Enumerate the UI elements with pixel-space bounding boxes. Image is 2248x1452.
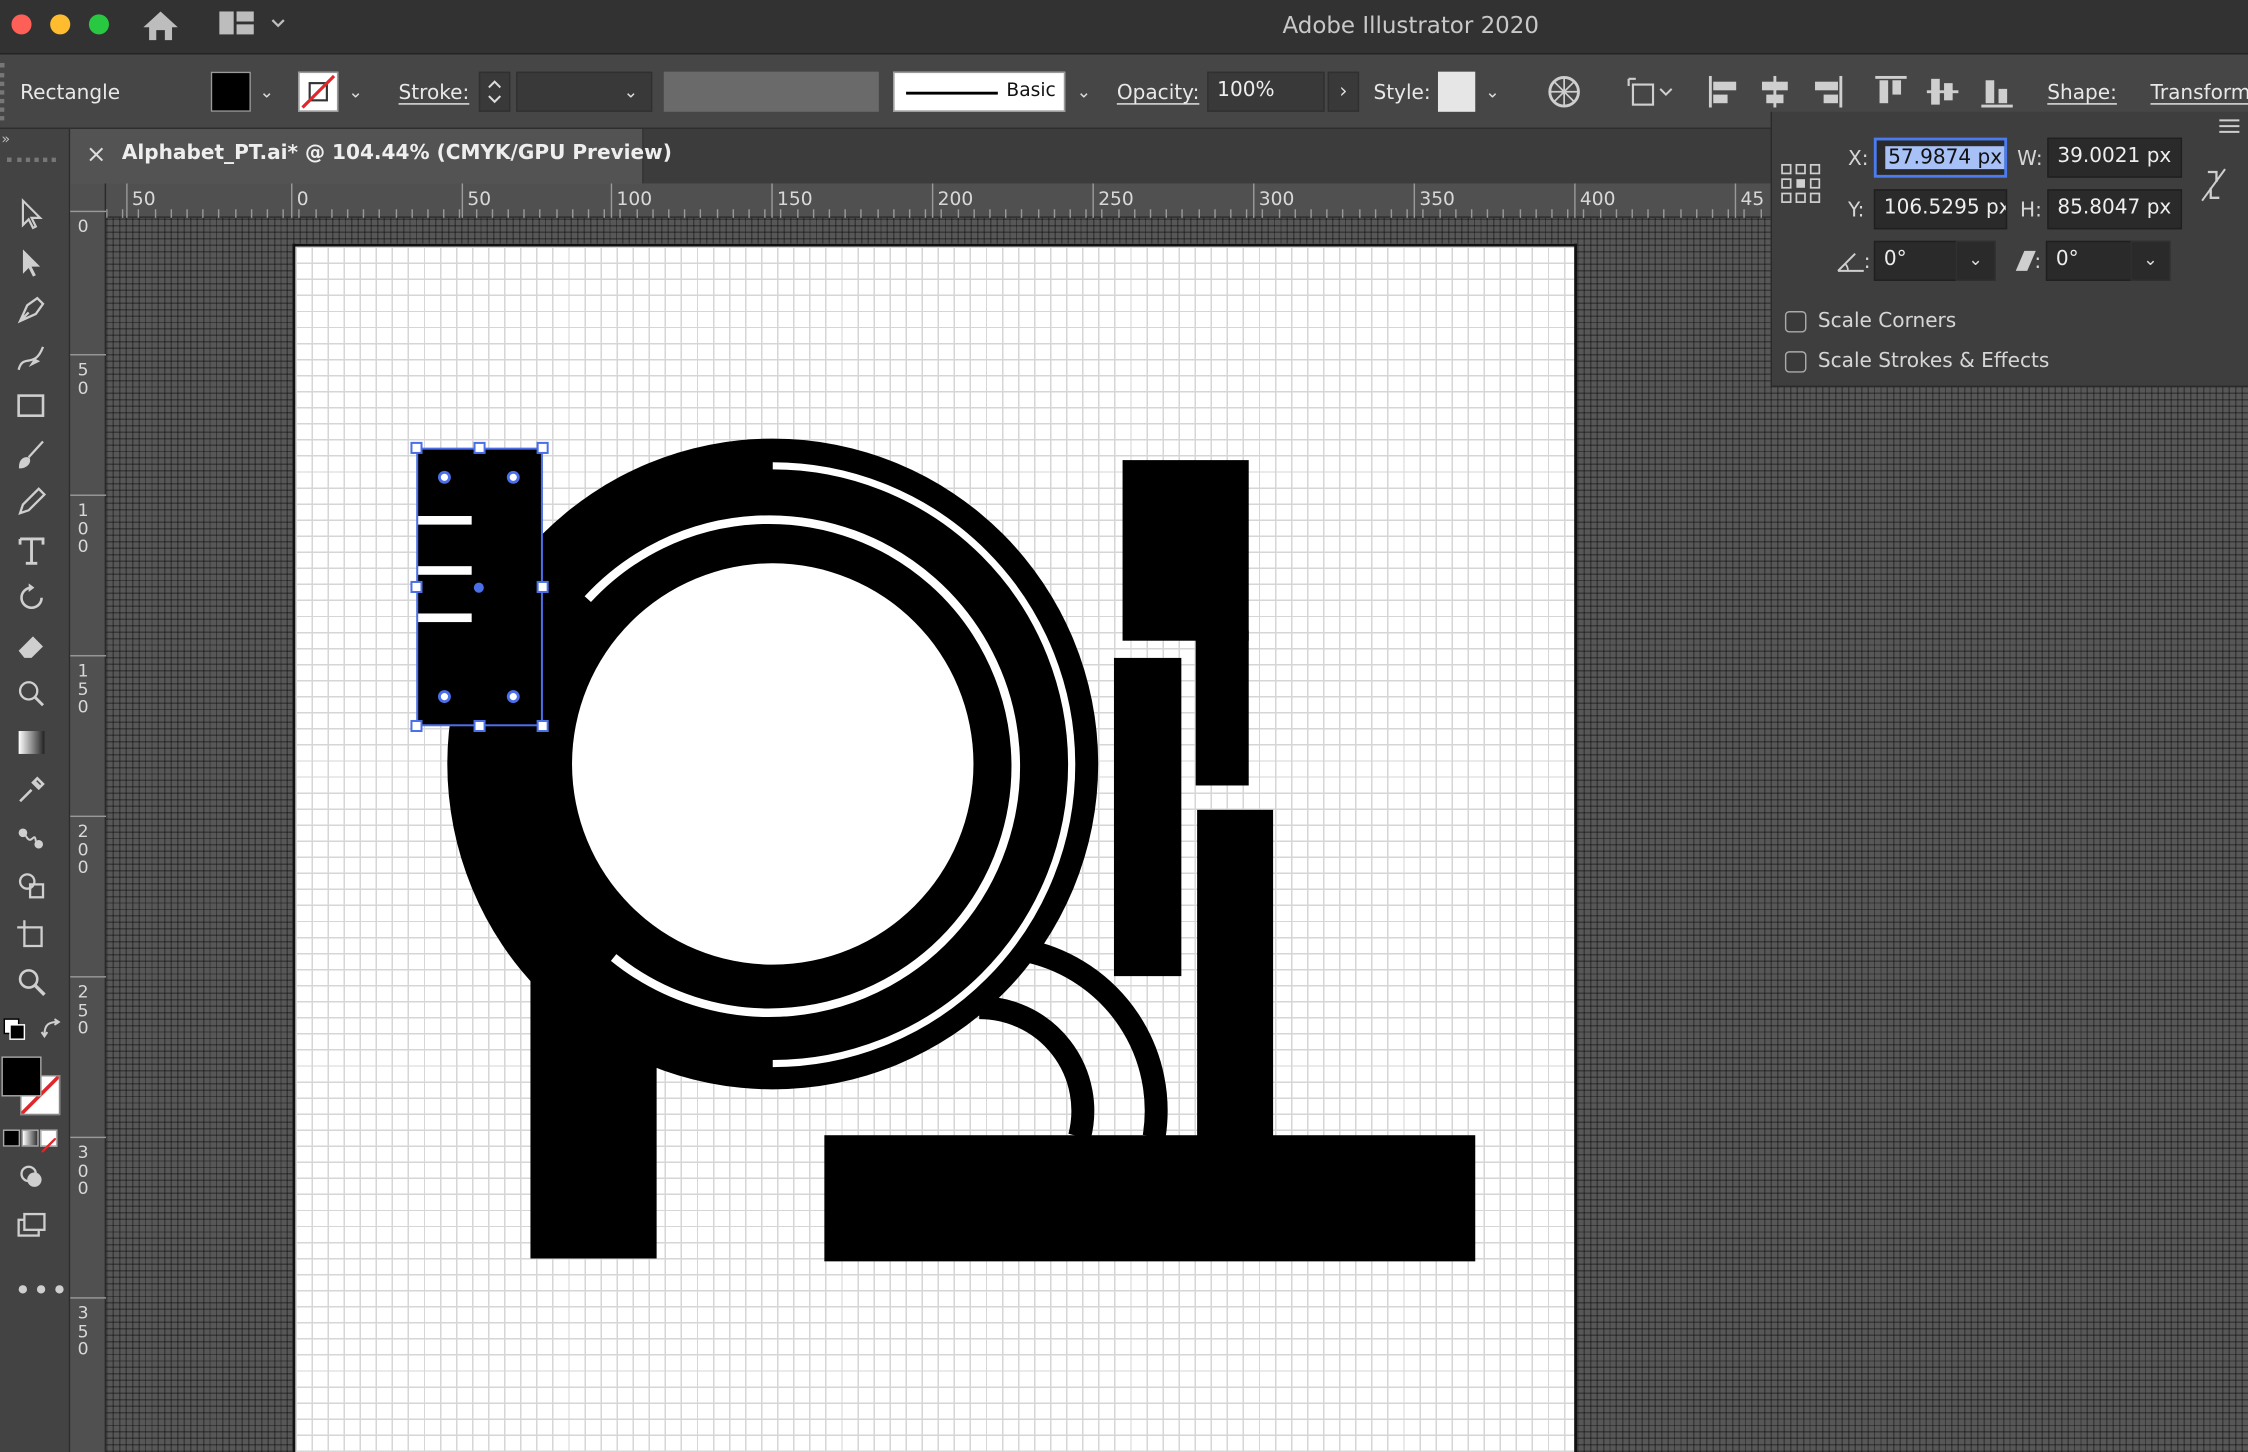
rotate-colon: :	[1863, 250, 1871, 274]
scale-strokes-label: Scale Strokes & Effects	[1817, 349, 2050, 373]
y-field[interactable]: 106.5295 px	[1873, 189, 2008, 230]
selected-rectangle-group	[410, 441, 549, 733]
t-upper-extension-shape	[1195, 630, 1249, 786]
stripe-1	[417, 516, 472, 525]
stripe-2	[417, 566, 472, 575]
inner-counter-shape	[572, 563, 974, 965]
stripe-3	[417, 613, 472, 623]
reference-point-icon[interactable]	[1781, 163, 1821, 209]
rotate-dropdown-chevron[interactable]: ⌄	[1955, 240, 1996, 281]
w-label: W:	[2017, 147, 2043, 171]
shear-field[interactable]: 0°	[2045, 240, 2132, 281]
center-point	[473, 582, 484, 593]
p-stem-shape	[530, 860, 657, 1259]
x-value: 57.9874 px	[1885, 146, 2005, 170]
y-label: Y:	[1848, 199, 1865, 223]
h-label: H:	[2020, 199, 2042, 223]
t-upper-bar-shape	[1122, 460, 1249, 641]
panel-menu-icon[interactable]	[2218, 115, 2241, 142]
constrain-proportions-icon[interactable]	[2199, 166, 2228, 209]
rotate-field[interactable]: 0°	[1873, 240, 1957, 281]
shear-colon: :	[2034, 250, 2042, 274]
scale-strokes-checkbox[interactable]	[1784, 351, 1807, 373]
small-arc-shape	[978, 996, 1095, 1140]
x-label: X:	[1848, 147, 1869, 171]
w-field[interactable]: 39.0021 px	[2047, 137, 2183, 178]
shear-dropdown-chevron[interactable]: ⌄	[2130, 240, 2171, 281]
scale-corners-checkbox[interactable]	[1784, 311, 1807, 333]
h-field[interactable]: 85.8047 px	[2047, 189, 2183, 230]
rotate-angle-icon	[1835, 248, 1867, 280]
t-base-shape	[824, 1135, 1476, 1262]
scale-corners-label: Scale Corners	[1817, 309, 1957, 333]
x-field[interactable]: 57.9874 px	[1873, 137, 2008, 178]
t-stem-shape	[1197, 809, 1274, 1140]
t-middle-bar-shape	[1113, 657, 1182, 977]
